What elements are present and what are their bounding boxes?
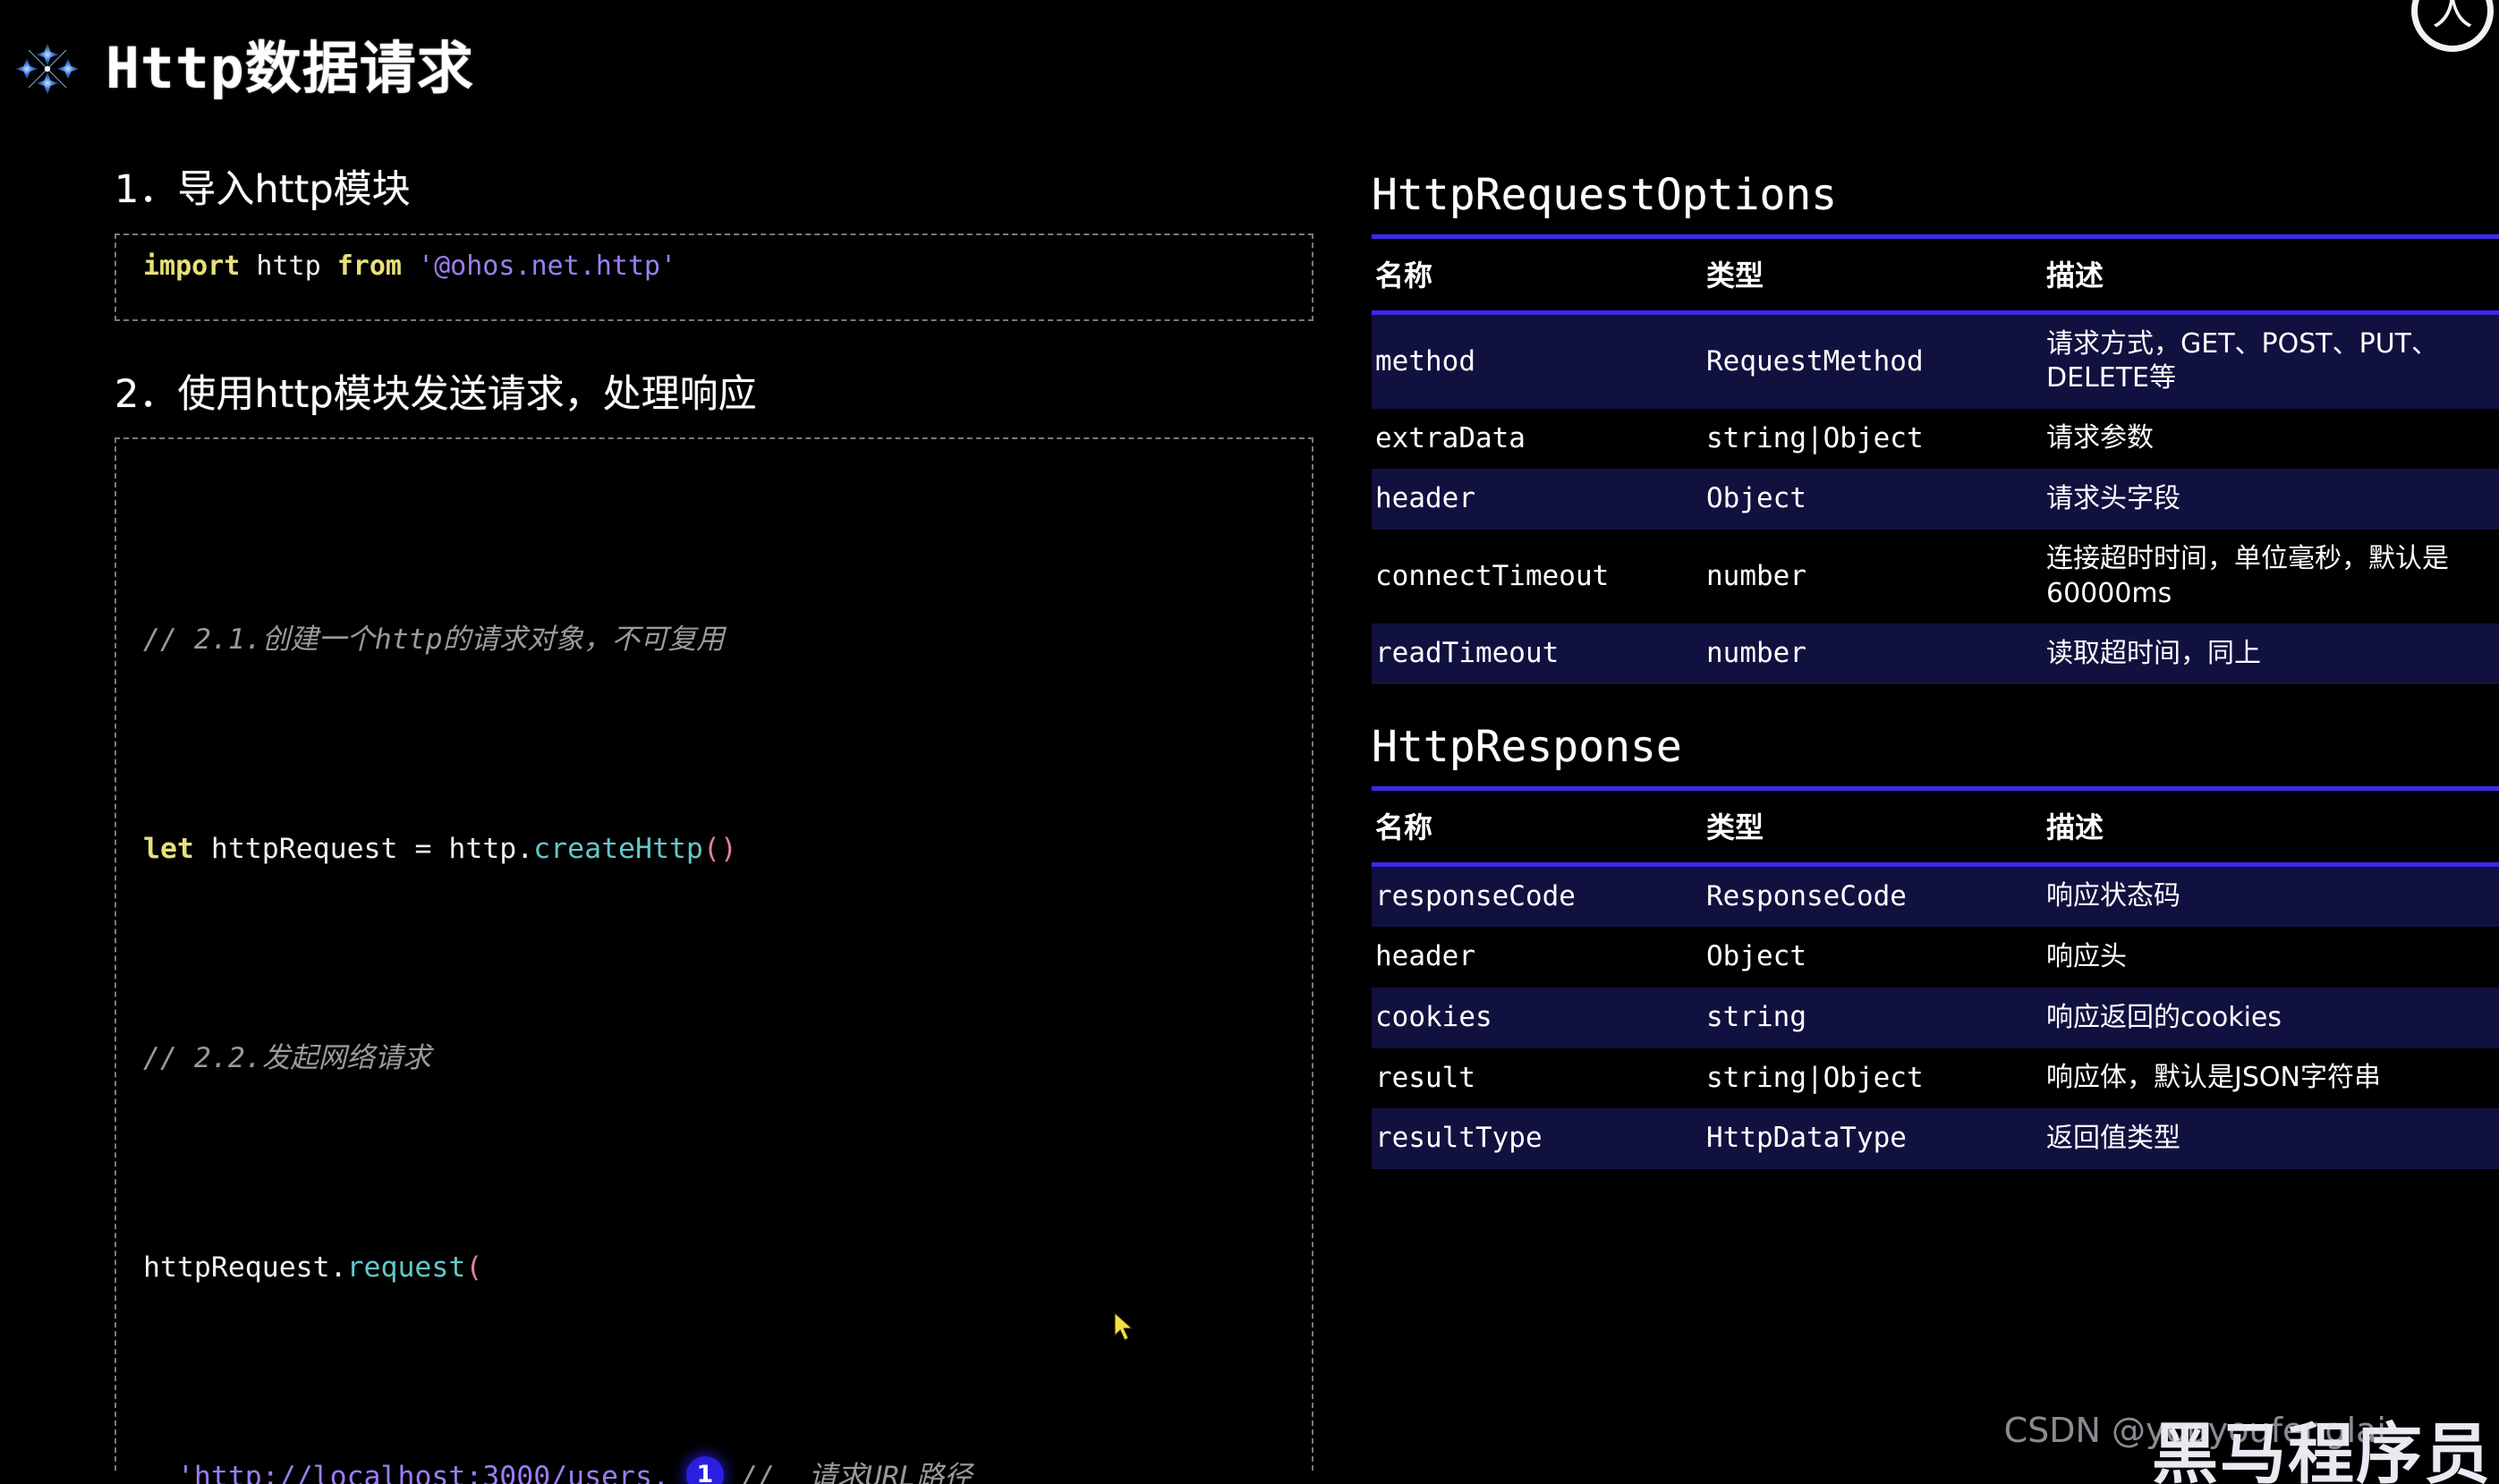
code-line: // 2.2.发起网络请求 [143, 1032, 1285, 1085]
slide-header: Http数据请求 人 [0, 0, 2499, 134]
token-assign: = [414, 833, 449, 866]
code-block-import: import http from '@ohos.net.http' [115, 233, 1313, 322]
page-title: Http数据请求 [106, 36, 474, 101]
table-section-response: HttpResponse 名称 类型 描述 responseCode Respo… [1372, 722, 2499, 1169]
section-heading-1: 1．导入http模块 [115, 167, 411, 212]
token-url-string: 'http://localhost:3000/users, [176, 1461, 669, 1484]
cell-desc: 响应状态码 [2043, 864, 2499, 928]
token-parens: () [702, 833, 737, 866]
cell-type: HttpDataType [1703, 1108, 2043, 1169]
cell-desc: 请求方式，GET、POST、PUT、DELETE等 [2043, 312, 2499, 409]
token-comment: // 请求URL路径 [740, 1461, 973, 1484]
table-row: readTimeout number 读取超时间，同上 [1372, 623, 2499, 684]
cell-desc: 读取超时间，同上 [2043, 623, 2499, 684]
cell-name: extraData [1372, 408, 1703, 470]
table-section-request-options: HttpRequestOptions 名称 类型 描述 method Reque… [1372, 170, 2499, 684]
code-line: let httpRequest = http.createHttp() [143, 823, 1285, 876]
token-function: request [346, 1251, 466, 1285]
token-import-keyword: import [143, 250, 241, 283]
table-header-row: 名称 类型 描述 [1372, 785, 2499, 867]
cell-type: Object [1703, 469, 2043, 530]
sparkle-star-icon [15, 38, 80, 100]
code-line: httpRequest.request( [143, 1242, 1285, 1294]
table-row: header Object 请求头字段 [1372, 469, 2499, 530]
cell-type: string [1703, 987, 2043, 1048]
cell-name: method [1372, 312, 1703, 409]
cell-name: resultType [1372, 1108, 1703, 1169]
table-row: resultType HttpDataType 返回值类型 [1372, 1108, 2499, 1169]
cell-type: Object [1703, 927, 2043, 988]
column-header-name: 名称 [1372, 234, 1703, 315]
api-table-response: 名称 类型 描述 responseCode ResponseCode 响应状态码… [1372, 785, 2499, 1169]
cell-type: ResponseCode [1703, 864, 2043, 928]
cell-type: number [1703, 530, 2043, 623]
cell-desc: 连接超时时间，单位毫秒，默认是60000ms [2043, 530, 2499, 623]
cell-name: header [1372, 927, 1703, 988]
step-badge-1: 1 [685, 1456, 724, 1484]
token-function: createHttp [533, 833, 703, 866]
section-heading-2: 2．使用http模块发送请求，处理响应 [115, 372, 757, 418]
cell-name: readTimeout [1372, 623, 1703, 684]
code-line: 'http://localhost:3000/users, 1 // 请求URL… [143, 1451, 1285, 1484]
token-paren: ( [465, 1251, 483, 1285]
token-module-path: '@ohos.net.http' [402, 250, 677, 283]
token-comment: // 2.2.发起网络请求 [143, 1042, 431, 1075]
circle-avatar-icon[interactable]: 人 [2411, 0, 2494, 52]
cell-type: string|Object [1703, 408, 2043, 470]
column-header-desc: 描述 [2043, 234, 2499, 315]
cell-desc: 响应返回的cookies [2043, 987, 2499, 1048]
table-row: cookies string 响应返回的cookies [1372, 987, 2499, 1048]
cell-desc: 请求参数 [2043, 408, 2499, 470]
cell-type: RequestMethod [1703, 312, 2043, 409]
left-content-column: 1．导入http模块 import http from '@ohos.net.h… [115, 167, 1313, 1484]
token-from-keyword: from [336, 250, 402, 283]
cell-name: cookies [1372, 987, 1703, 1048]
csdn-watermark: CSDN @youyoufenglai [2003, 1411, 2386, 1450]
table-row: extraData string|Object 请求参数 [1372, 408, 2499, 470]
code-line: import http from '@ohos.net.http' [143, 251, 676, 304]
cell-desc: 返回值类型 [2043, 1108, 2499, 1169]
corner-badge-glyph: 人 [2432, 0, 2473, 35]
cell-name: result [1372, 1047, 1703, 1109]
table-title: HttpResponse [1372, 721, 1682, 772]
column-header-desc: 描述 [2043, 785, 2499, 867]
table-row: header Object 响应头 [1372, 927, 2499, 988]
cell-type: number [1703, 623, 2043, 684]
right-api-column: HttpRequestOptions 名称 类型 描述 method Reque… [1372, 170, 2499, 1169]
column-header-type: 类型 [1703, 785, 2043, 867]
cell-type: string|Object [1703, 1047, 2043, 1109]
table-row: result string|Object 响应体，默认是JSON字符串 [1372, 1047, 2499, 1109]
cell-desc: 响应头 [2043, 927, 2499, 988]
api-table-request-options: 名称 类型 描述 method RequestMethod 请求方式，GET、P… [1372, 234, 2499, 684]
cell-desc: 请求头字段 [2043, 469, 2499, 530]
cell-name: connectTimeout [1372, 530, 1703, 623]
code-line: // 2.1.创建一个http的请求对象，不可复用 [143, 614, 1285, 666]
column-header-name: 名称 [1372, 785, 1703, 867]
cell-name: header [1372, 469, 1703, 530]
table-row: responseCode ResponseCode 响应状态码 [1372, 864, 2499, 928]
table-row: method RequestMethod 请求方式，GET、POST、PUT、D… [1372, 312, 2499, 409]
column-header-type: 类型 [1703, 234, 2043, 315]
token-module-alias: http [240, 250, 337, 283]
table-header-row: 名称 类型 描述 [1372, 234, 2499, 315]
token-object: http. [448, 833, 534, 866]
cell-desc: 响应体，默认是JSON字符串 [2043, 1047, 2499, 1109]
mouse-pointer-icon [1113, 1311, 1136, 1343]
cell-name: responseCode [1372, 864, 1703, 928]
token-object: httpRequest. [143, 1251, 347, 1285]
token-comment: // 2.1.创建一个http的请求对象，不可复用 [143, 623, 725, 657]
token-let-keyword: let [143, 833, 194, 866]
table-title: HttpRequestOptions [1372, 170, 1838, 220]
table-row: connectTimeout number 连接超时时间，单位毫秒，默认是600… [1372, 530, 2499, 623]
token-variable: httpRequest [193, 833, 415, 866]
